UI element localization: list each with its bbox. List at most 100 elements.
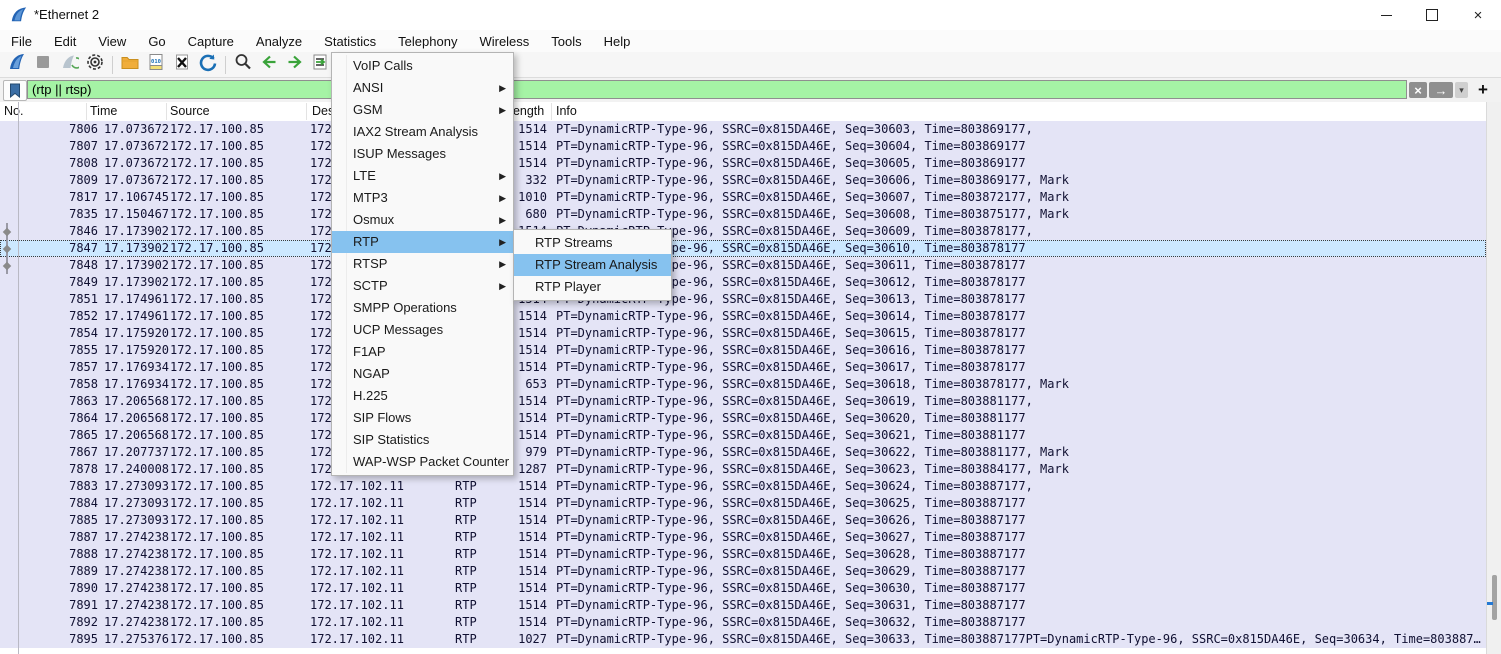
filter-apply-button[interactable]: →	[1429, 82, 1453, 98]
packet-row-7895[interactable]: 789517.275376172.17.100.85172.17.102.11R…	[0, 631, 1486, 648]
packet-row-7852[interactable]: 785217.174961172.17.100.85172.17.102.11R…	[0, 308, 1486, 325]
packet-source: 172.17.100.85	[170, 207, 264, 221]
telephony-menu-item-sctp[interactable]: SCTP▶	[332, 275, 513, 297]
filter-bookmark-button[interactable]	[3, 80, 27, 101]
packet-row-7849[interactable]: 784917.173902172.17.100.85172.17.102.11R…	[0, 274, 1486, 291]
packet-row-7854[interactable]: 785417.175920172.17.100.85172.17.102.11R…	[0, 325, 1486, 342]
find-packet-button[interactable]	[231, 54, 255, 76]
menubar-item-go[interactable]: Go	[137, 31, 176, 52]
filter-add-button[interactable]: +	[1474, 82, 1492, 98]
packet-row-7892[interactable]: 789217.274238172.17.100.85172.17.102.11R…	[0, 614, 1486, 631]
minimize-button[interactable]	[1363, 0, 1409, 30]
telephony-menu-item-h-225[interactable]: H.225	[332, 385, 513, 407]
telephony-menu-item-rtp[interactable]: RTP▶	[332, 231, 513, 253]
rtp-submenu-item-rtp-player[interactable]: RTP Player	[514, 276, 671, 298]
packet-row-7806[interactable]: 780617.073672172.17.100.85172.17.102.11R…	[0, 121, 1486, 138]
telephony-menu-item-rtsp[interactable]: RTSP▶	[332, 253, 513, 275]
menubar-item-wireless[interactable]: Wireless	[468, 31, 540, 52]
restart-capture-button[interactable]	[57, 54, 81, 76]
telephony-menu-item-sip-flows[interactable]: SIP Flows	[332, 407, 513, 429]
menubar-item-file[interactable]: File	[0, 31, 43, 52]
packet-row-7864[interactable]: 786417.206568172.17.100.85172.17.102.11R…	[0, 410, 1486, 427]
packet-row-7867[interactable]: 786717.207737172.17.100.85172.17.102.11R…	[0, 444, 1486, 461]
packet-row-7865[interactable]: 786517.206568172.17.100.85172.17.102.11R…	[0, 427, 1486, 444]
packet-source: 172.17.100.85	[170, 513, 264, 527]
packet-row-7858[interactable]: 785817.176934172.17.100.85172.17.102.11R…	[0, 376, 1486, 393]
open-file-button[interactable]	[118, 54, 142, 76]
menubar-item-telephony[interactable]: Telephony	[387, 31, 468, 52]
packet-row-7887[interactable]: 788717.274238172.17.100.85172.17.102.11R…	[0, 529, 1486, 546]
close-file-button[interactable]	[170, 54, 194, 76]
col-info-header[interactable]: Info	[556, 104, 577, 118]
telephony-menu-item-voip-calls[interactable]: VoIP Calls	[332, 55, 513, 77]
telephony-menu-item-osmux[interactable]: Osmux▶	[332, 209, 513, 231]
packet-row-7878[interactable]: 787817.240008172.17.100.85172.17.102.11R…	[0, 461, 1486, 478]
menubar-item-tools[interactable]: Tools	[540, 31, 592, 52]
packet-row-7807[interactable]: 780717.073672172.17.100.85172.17.102.11R…	[0, 138, 1486, 155]
go-to-packet-button[interactable]	[309, 54, 333, 76]
packet-row-7851[interactable]: 785117.174961172.17.100.85172.17.102.11R…	[0, 291, 1486, 308]
packet-row-7817[interactable]: 781717.106745172.17.100.85172.17.102.11R…	[0, 189, 1486, 206]
menubar-item-edit[interactable]: Edit	[43, 31, 87, 52]
telephony-menu-item-wap-wsp-packet-counter[interactable]: WAP-WSP Packet Counter	[332, 451, 513, 473]
reload-icon	[198, 52, 218, 77]
packet-row-7891[interactable]: 789117.274238172.17.100.85172.17.102.11R…	[0, 597, 1486, 614]
go-forward-button[interactable]	[283, 54, 307, 76]
menubar-item-view[interactable]: View	[87, 31, 137, 52]
col-no-header[interactable]: No.	[4, 104, 23, 118]
maximize-button[interactable]	[1409, 0, 1455, 30]
packet-row-7835[interactable]: 783517.150467172.17.100.85172.17.102.11R…	[0, 206, 1486, 223]
col-time-header[interactable]: Time	[90, 104, 117, 118]
packet-row-7855[interactable]: 785517.175920172.17.100.85172.17.102.11R…	[0, 342, 1486, 359]
telephony-menu-item-sip-statistics[interactable]: SIP Statistics	[332, 429, 513, 451]
start-capture-button[interactable]	[5, 54, 29, 76]
reload-button[interactable]	[196, 54, 220, 76]
packet-row-7863[interactable]: 786317.206568172.17.100.85172.17.102.11R…	[0, 393, 1486, 410]
telephony-menu-item-ansi[interactable]: ANSI▶	[332, 77, 513, 99]
packet-row-7846[interactable]: 784617.173902172.17.100.85172.17.102.11R…	[0, 223, 1486, 240]
menubar-item-statistics[interactable]: Statistics	[313, 31, 387, 52]
filter-clear-button[interactable]: ×	[1409, 82, 1427, 98]
header-column-separator	[86, 103, 87, 120]
menu-item-label: WAP-WSP Packet Counter	[353, 454, 509, 469]
packet-row-7890[interactable]: 789017.274238172.17.100.85172.17.102.11R…	[0, 580, 1486, 597]
packet-row-7809[interactable]: 780917.073672172.17.100.85172.17.102.11R…	[0, 172, 1486, 189]
telephony-menu-item-f1ap[interactable]: F1AP	[332, 341, 513, 363]
telephony-menu-item-lte[interactable]: LTE▶	[332, 165, 513, 187]
telephony-menu-item-iax2-stream-analysis[interactable]: IAX2 Stream Analysis	[332, 121, 513, 143]
packet-row-7857[interactable]: 785717.176934172.17.100.85172.17.102.11R…	[0, 359, 1486, 376]
menubar-item-analyze[interactable]: Analyze	[245, 31, 313, 52]
packet-row-7847[interactable]: 784717.173902172.17.100.85172.17.102.11R…	[0, 240, 1486, 257]
telephony-menu-item-smpp-operations[interactable]: SMPP Operations	[332, 297, 513, 319]
scrollbar-thumb[interactable]	[1492, 575, 1497, 620]
telephony-menu-item-ucp-messages[interactable]: UCP Messages	[332, 319, 513, 341]
filter-dropdown-caret[interactable]: ▾	[1455, 82, 1468, 98]
menubar-item-help[interactable]: Help	[593, 31, 642, 52]
rtp-submenu-item-rtp-stream-analysis[interactable]: RTP Stream Analysis	[514, 254, 671, 276]
packet-row-7885[interactable]: 788517.273093172.17.100.85172.17.102.11R…	[0, 512, 1486, 529]
packet-row-7889[interactable]: 788917.274238172.17.100.85172.17.102.11R…	[0, 563, 1486, 580]
stop-square-icon	[33, 52, 53, 77]
packet-time: 17.174961	[104, 292, 169, 306]
packet-row-7808[interactable]: 780817.073672172.17.100.85172.17.102.11R…	[0, 155, 1486, 172]
packet-source: 172.17.100.85	[170, 564, 264, 578]
packet-row-7883[interactable]: 788317.273093172.17.100.85172.17.102.11R…	[0, 478, 1486, 495]
telephony-menu-item-ngap[interactable]: NGAP	[332, 363, 513, 385]
telephony-menu-item-isup-messages[interactable]: ISUP Messages	[332, 143, 513, 165]
packet-row-7888[interactable]: 788817.274238172.17.100.85172.17.102.11R…	[0, 546, 1486, 563]
packet-row-7884[interactable]: 788417.273093172.17.100.85172.17.102.11R…	[0, 495, 1486, 512]
save-file-button[interactable]: 010	[144, 54, 168, 76]
go-back-button[interactable]	[257, 54, 281, 76]
menubar-item-capture[interactable]: Capture	[177, 31, 245, 52]
filter-input[interactable]: (rtp || rtsp)	[27, 80, 1407, 99]
capture-options-button[interactable]	[83, 54, 107, 76]
close-button[interactable]: ×	[1455, 0, 1501, 30]
telephony-menu-item-mtp3[interactable]: MTP3▶	[332, 187, 513, 209]
vertical-scrollbar[interactable]	[1486, 102, 1501, 654]
stop-capture-button[interactable]	[31, 54, 55, 76]
packet-row-7848[interactable]: 784817.173902172.17.100.85172.17.102.11R…	[0, 257, 1486, 274]
rtp-submenu-item-rtp-streams[interactable]: RTP Streams	[514, 232, 671, 254]
telephony-menu-item-gsm[interactable]: GSM▶	[332, 99, 513, 121]
col-source-header[interactable]: Source	[170, 104, 210, 118]
packet-time: 17.206568	[104, 394, 169, 408]
